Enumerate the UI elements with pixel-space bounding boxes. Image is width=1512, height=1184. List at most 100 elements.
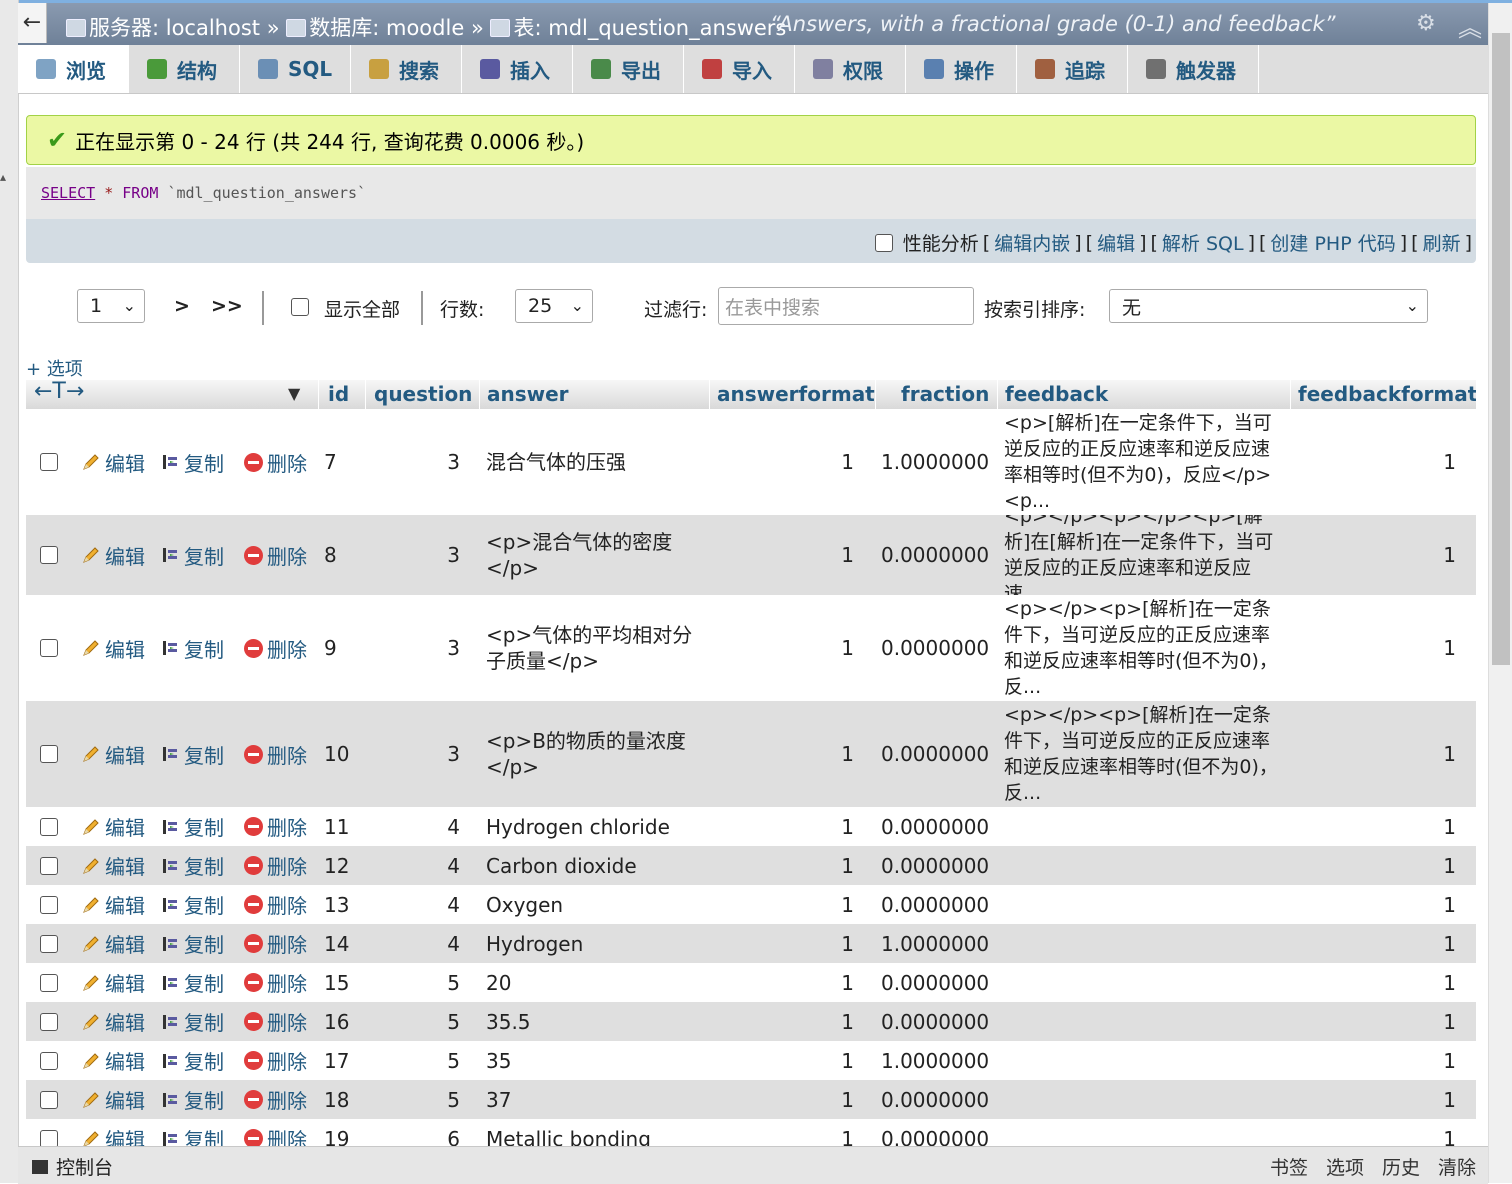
- refresh-link[interactable]: 刷新: [1423, 229, 1461, 256]
- tab-sql[interactable]: SQL: [240, 45, 351, 93]
- tab-operations[interactable]: 操作: [906, 45, 1017, 93]
- cell-answer[interactable]: 35: [486, 1041, 696, 1080]
- cell-answer[interactable]: 混合气体的压强: [486, 409, 696, 515]
- breadcrumb-server[interactable]: 服务器: localhost: [89, 16, 260, 40]
- copy-action[interactable]: 复制: [162, 1119, 224, 1146]
- edit-action[interactable]: 编辑: [81, 1041, 145, 1080]
- cell-feedback[interactable]: [1004, 1119, 1286, 1146]
- cell-answerformat[interactable]: 1: [716, 963, 854, 1002]
- back-button[interactable]: ←: [18, 3, 47, 43]
- edit-action[interactable]: 编辑: [81, 807, 145, 846]
- cell-question[interactable]: 5: [374, 963, 460, 1002]
- row-checkbox[interactable]: [40, 639, 58, 657]
- edit-action[interactable]: 编辑: [81, 595, 145, 701]
- cell-question[interactable]: 3: [374, 409, 460, 515]
- cell-answer[interactable]: 20: [486, 963, 696, 1002]
- row-checkbox[interactable]: [40, 1090, 58, 1109]
- cell-feedbackformat[interactable]: 1: [1298, 1041, 1456, 1080]
- row-checkbox[interactable]: [40, 1129, 58, 1146]
- copy-action[interactable]: 复制: [162, 595, 224, 701]
- last-page-button[interactable]: >>: [211, 295, 243, 317]
- create-php-link[interactable]: 创建 PHP 代码: [1270, 229, 1395, 256]
- breadcrumb-table[interactable]: 表: mdl_question_answers: [513, 16, 786, 40]
- copy-action[interactable]: 复制: [162, 885, 224, 924]
- copy-action[interactable]: 复制: [162, 409, 224, 515]
- navigation-panel-edge[interactable]: ▴: [0, 0, 19, 1183]
- edit-action[interactable]: 编辑: [81, 1080, 145, 1119]
- column-header-answer[interactable]: answer: [487, 382, 569, 406]
- cell-fraction[interactable]: 0.0000000: [881, 963, 989, 1002]
- edit-action[interactable]: 编辑: [81, 1119, 145, 1146]
- cell-feedbackformat[interactable]: 1: [1298, 885, 1456, 924]
- cell-id[interactable]: 19: [324, 1119, 349, 1147]
- cell-feedbackformat[interactable]: 1: [1298, 1119, 1456, 1147]
- delete-action[interactable]: 删除: [244, 885, 307, 924]
- tab-privileges[interactable]: 权限: [795, 45, 906, 93]
- edit-inline-link[interactable]: 编辑内嵌: [994, 229, 1070, 256]
- explain-sql-link[interactable]: 解析 SQL: [1162, 229, 1244, 256]
- cell-question[interactable]: 4: [374, 807, 460, 846]
- cell-question[interactable]: 6: [374, 1119, 460, 1147]
- copy-action[interactable]: 复制: [162, 515, 224, 595]
- cell-id[interactable]: 15: [324, 963, 349, 1002]
- cell-question[interactable]: 5: [374, 1041, 460, 1080]
- filter-input[interactable]: 在表中搜索: [718, 287, 974, 325]
- edit-action[interactable]: 编辑: [81, 1002, 145, 1041]
- edit-action[interactable]: 编辑: [81, 963, 145, 1002]
- cell-answerformat[interactable]: 1: [716, 885, 854, 924]
- cell-answer[interactable]: Oxygen: [486, 885, 696, 924]
- cell-answerformat[interactable]: 1: [716, 595, 854, 701]
- delete-action[interactable]: 删除: [244, 1041, 307, 1080]
- row-checkbox[interactable]: [40, 856, 58, 875]
- collapse-icon[interactable]: ︽: [1458, 8, 1482, 43]
- row-checkbox[interactable]: [40, 745, 58, 763]
- options-link[interactable]: + 选项: [26, 355, 83, 381]
- cell-answer[interactable]: <p>气体的平均相对分子质量</p>: [486, 595, 696, 701]
- column-header-answerformat[interactable]: answerformat: [717, 382, 875, 406]
- delete-action[interactable]: 删除: [244, 1119, 307, 1146]
- edit-action[interactable]: 编辑: [81, 846, 145, 885]
- cell-fraction[interactable]: 0.0000000: [881, 595, 989, 701]
- cell-id[interactable]: 12: [324, 846, 349, 885]
- column-menu-dropdown-icon[interactable]: ▼: [288, 384, 300, 403]
- cell-answerformat[interactable]: 1: [716, 1080, 854, 1119]
- cell-answer[interactable]: Metallic bonding: [486, 1119, 696, 1147]
- copy-action[interactable]: 复制: [162, 1080, 224, 1119]
- cell-answerformat[interactable]: 1: [716, 1041, 854, 1080]
- column-header-feedback[interactable]: feedback: [1005, 382, 1108, 406]
- tab-export[interactable]: 导出: [573, 45, 684, 93]
- column-resize-arrows[interactable]: ←T→: [34, 380, 84, 404]
- cell-question[interactable]: 5: [374, 1080, 460, 1119]
- cell-feedback[interactable]: [1004, 963, 1286, 1002]
- cell-fraction[interactable]: 1.0000000: [881, 409, 989, 515]
- sql-select-keyword[interactable]: SELECT: [41, 184, 95, 202]
- cell-id[interactable]: 8: [324, 515, 337, 595]
- cell-id[interactable]: 13: [324, 885, 349, 924]
- cell-fraction[interactable]: 0.0000000: [881, 885, 989, 924]
- clear-link[interactable]: 清除: [1438, 1153, 1476, 1180]
- delete-action[interactable]: 删除: [244, 1002, 307, 1041]
- next-page-button[interactable]: >: [174, 295, 190, 317]
- delete-action[interactable]: 删除: [244, 963, 307, 1002]
- rows-select[interactable]: 25 ⌄: [515, 289, 593, 323]
- cell-id[interactable]: 16: [324, 1002, 349, 1041]
- tab-insert[interactable]: 插入: [462, 45, 573, 93]
- cell-question[interactable]: 3: [374, 515, 460, 595]
- tab-structure[interactable]: 结构: [129, 45, 240, 93]
- cell-feedback[interactable]: <p></p><p>[解析]在一定条件下，当可逆反应的正反应速率和逆反应速率相等…: [1004, 595, 1286, 701]
- cell-fraction[interactable]: 1.0000000: [881, 924, 989, 963]
- cell-feedback[interactable]: [1004, 1041, 1286, 1080]
- delete-action[interactable]: 删除: [244, 515, 307, 595]
- cell-feedbackformat[interactable]: 1: [1298, 595, 1456, 701]
- bookmarks-link[interactable]: 书签: [1270, 1153, 1308, 1180]
- cell-fraction[interactable]: 0.0000000: [881, 1002, 989, 1041]
- edit-action[interactable]: 编辑: [81, 885, 145, 924]
- delete-action[interactable]: 删除: [244, 1080, 307, 1119]
- cell-id[interactable]: 10: [324, 701, 349, 807]
- breadcrumb-database[interactable]: 数据库: moodle: [309, 16, 464, 40]
- delete-action[interactable]: 删除: [244, 701, 307, 807]
- row-checkbox[interactable]: [40, 546, 58, 564]
- cell-question[interactable]: 4: [374, 846, 460, 885]
- cell-answerformat[interactable]: 1: [716, 807, 854, 846]
- scrollbar-thumb[interactable]: [1492, 33, 1510, 665]
